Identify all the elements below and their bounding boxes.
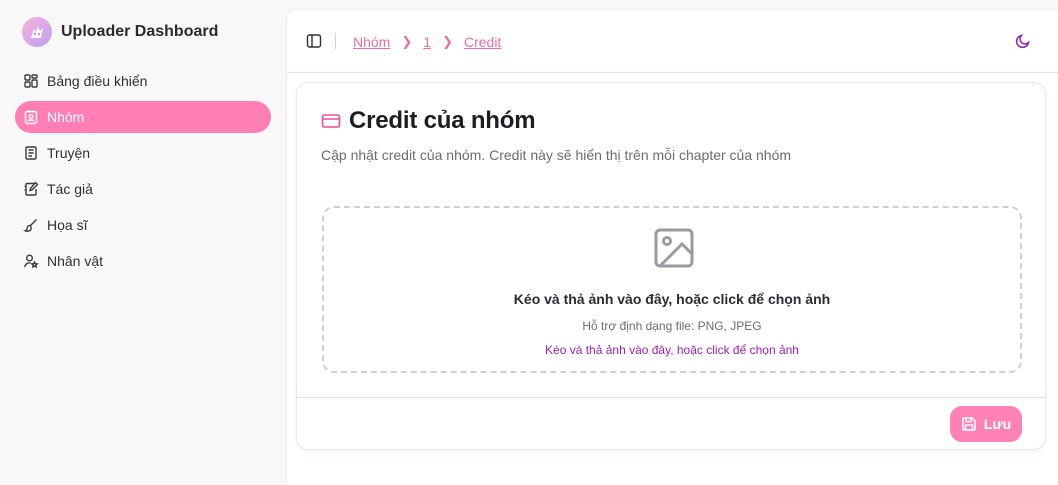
sidebar-item-authors[interactable]: Tác giả	[15, 173, 271, 205]
card-footer-divider	[297, 397, 1045, 398]
breadcrumb-group[interactable]: Nhóm	[353, 34, 390, 50]
page-title: Credit của nhóm	[349, 107, 536, 134]
dropzone-link[interactable]: Kéo và thả ảnh vào đây, hoặc click để ch…	[324, 343, 1020, 357]
save-button[interactable]: Lưu	[950, 406, 1022, 442]
chevron-right-icon: ❯	[401, 34, 413, 49]
breadcrumb-credit[interactable]: Credit	[464, 34, 501, 50]
dropzone-hint: Hỗ trợ định dạng file: PNG, JPEG	[582, 319, 762, 333]
brush-icon	[23, 217, 39, 233]
breadcrumb-group-id[interactable]: 1	[423, 34, 431, 50]
sidebar-item-label: Nhân vật	[47, 253, 104, 269]
sidebar-item-label: Họa sĩ	[47, 217, 88, 233]
image-icon	[652, 226, 696, 270]
sidebar-item-stories[interactable]: Truyện	[15, 137, 271, 169]
sidebar-item-group[interactable]: Nhóm	[15, 101, 271, 133]
chevron-right-icon: ❯	[442, 34, 453, 49]
sidebar-item-characters[interactable]: Nhân vật	[15, 245, 271, 277]
save-button-label: Lưu	[983, 416, 1012, 432]
credit-card-icon	[321, 111, 341, 131]
divider	[335, 33, 336, 49]
page-subtitle: Cập nhật credit của nhóm. Credit này sẽ …	[321, 147, 792, 163]
brand[interactable]: Uploader Dashboard	[22, 17, 218, 47]
sidebar: Uploader Dashboard Bảng điều khiển Nhóm …	[0, 0, 286, 485]
sidebar-item-label: Nhóm	[47, 109, 85, 125]
top-bar: Nhóm ❯ 1 ❯ Credit	[287, 10, 1058, 73]
app-title: Uploader Dashboard	[61, 23, 219, 40]
sidebar-item-artists[interactable]: Họa sĩ	[15, 209, 271, 241]
group-badge-icon	[23, 109, 39, 125]
notebook-pen-icon	[23, 181, 39, 197]
credit-card: Credit của nhóm Cập nhật credit của nhóm…	[296, 82, 1046, 450]
moon-icon[interactable]	[1015, 33, 1031, 49]
save-icon	[962, 417, 976, 431]
sidebar-nav: Bảng điều khiển Nhóm Truyện Tác giả Họa …	[15, 65, 271, 281]
book-icon	[23, 145, 39, 161]
sidebar-item-label: Bảng điều khiển	[47, 73, 148, 89]
main-panel: Nhóm ❯ 1 ❯ Credit Credit của nhóm Cập nh…	[286, 9, 1058, 485]
sidebar-item-label: Tác giả	[47, 181, 93, 197]
sidebar-item-dashboard[interactable]: Bảng điều khiển	[15, 65, 271, 97]
card-header: Credit của nhóm Cập nhật credit của nhóm…	[321, 107, 791, 163]
user-star-icon	[23, 253, 39, 269]
cat-logo-icon	[22, 17, 52, 47]
image-dropzone[interactable]: Kéo và thả ảnh vào đây, hoặc click để ch…	[322, 206, 1022, 373]
sidebar-item-label: Truyện	[47, 145, 91, 161]
dropzone-title: Kéo và thả ảnh vào đây, hoặc click để ch…	[513, 291, 831, 307]
breadcrumb: Nhóm ❯ 1 ❯ Credit	[353, 34, 501, 50]
dashboard-icon	[23, 73, 39, 89]
sidebar-toggle-icon[interactable]	[306, 33, 322, 49]
